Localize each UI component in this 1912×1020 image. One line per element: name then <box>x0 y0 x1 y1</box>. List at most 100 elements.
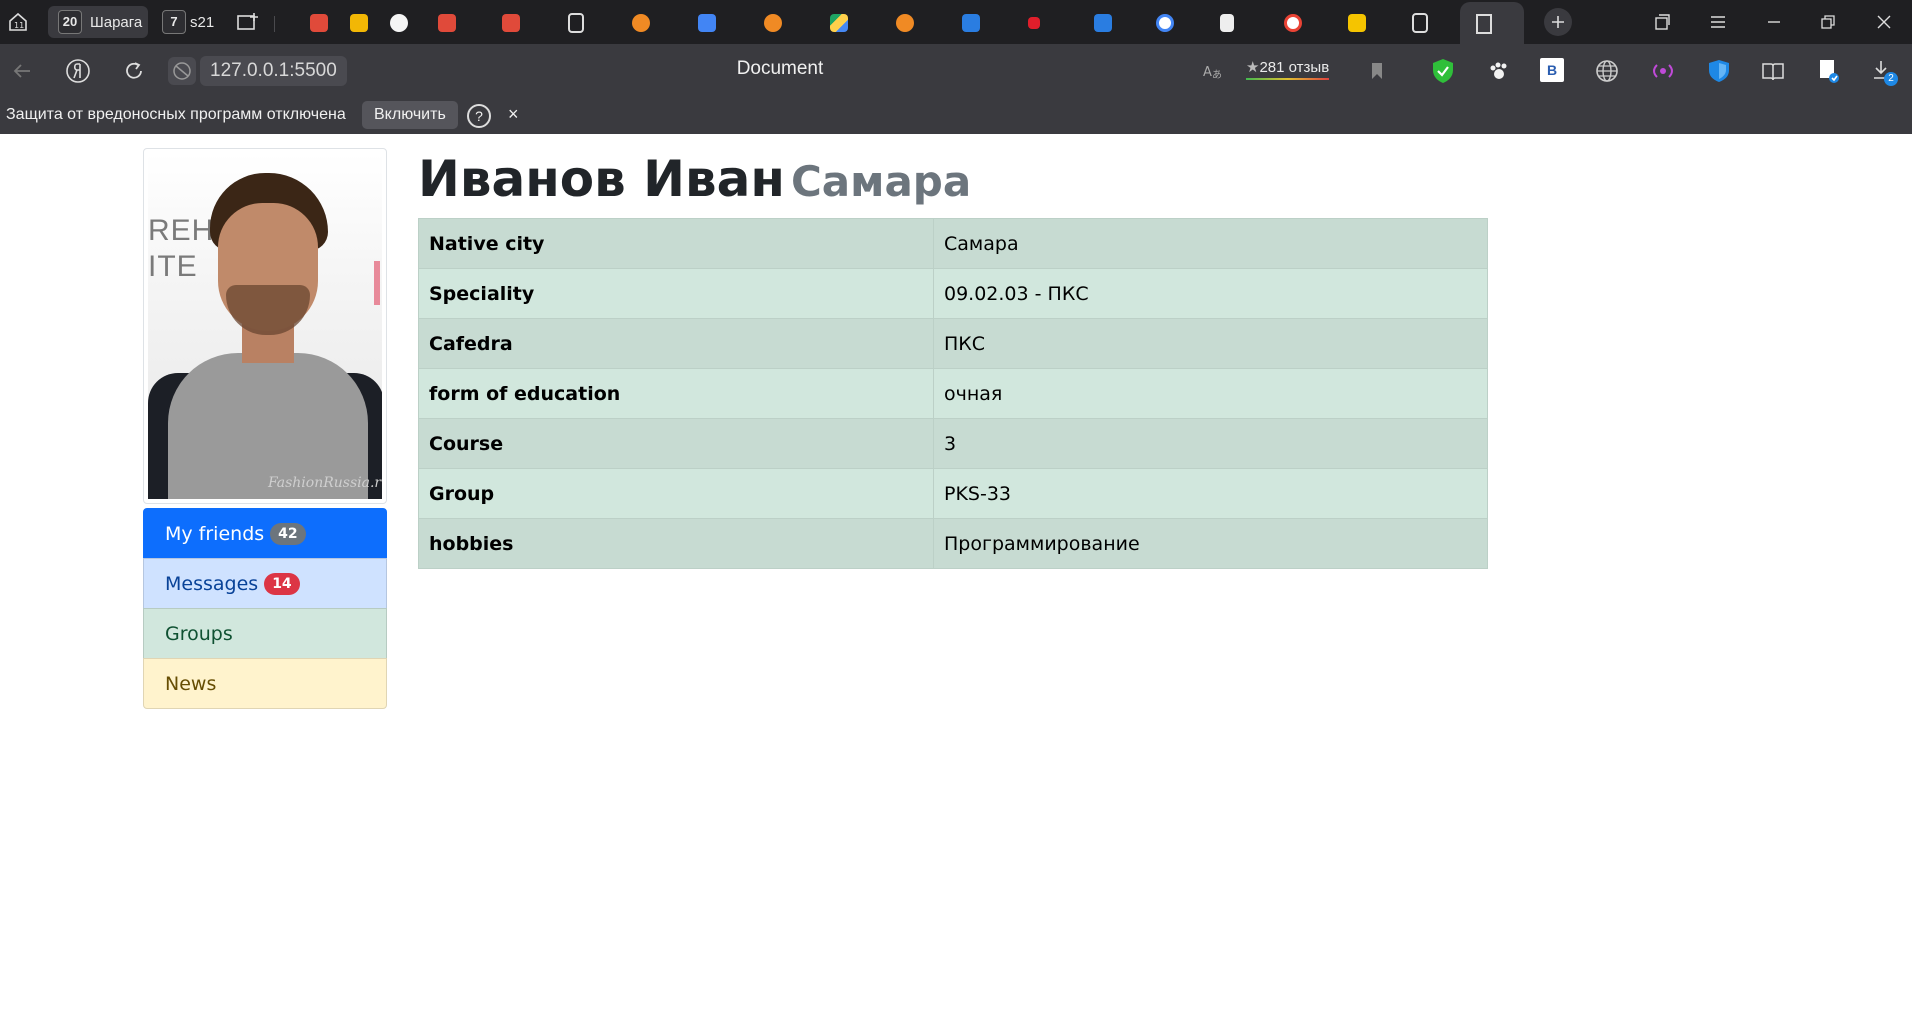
protect-shield-icon[interactable] <box>1430 58 1456 84</box>
tab-mail[interactable] <box>954 10 1016 36</box>
profile-heading: Иванов Иван Самара <box>418 150 971 208</box>
table-key: Speciality <box>418 268 934 319</box>
tab-group-count: 7 <box>162 10 186 34</box>
collections-icon[interactable] <box>1648 8 1676 36</box>
images-icon <box>1348 14 1366 32</box>
tab-document-3[interactable] <box>1404 10 1466 36</box>
menu-item-friends[interactable]: My friends 42 <box>143 508 387 559</box>
table-value: PKS-33 <box>933 468 1488 519</box>
tab-group-label: Шарага <box>90 13 143 31</box>
cloud-icon <box>896 14 914 32</box>
menu-item-messages[interactable]: Messages 14 <box>143 558 387 609</box>
reviews-link[interactable]: ★281 отзыв <box>1246 58 1330 80</box>
tab-images[interactable] <box>1340 10 1402 36</box>
globe-icon[interactable] <box>1594 58 1620 84</box>
tab-group-count: 20 <box>58 10 82 34</box>
chat-icon <box>1094 14 1112 32</box>
translate-page-icon[interactable]: Aあ <box>1200 58 1226 84</box>
tab-group-label: s21 <box>190 13 215 31</box>
profile-city-subtitle: Самара <box>790 157 972 206</box>
document-icon <box>1476 14 1492 34</box>
enable-protection-button[interactable]: Включить <box>362 101 458 129</box>
profile-photo-card: REH ITE FashionRussia.ru <box>143 148 387 504</box>
red-square-icon <box>1028 17 1040 29</box>
close-window-icon[interactable] <box>1870 8 1898 36</box>
tab-document[interactable] <box>560 10 622 36</box>
bookmark-icon[interactable] <box>1364 58 1390 84</box>
svg-text:あ: あ <box>1212 69 1222 81</box>
table-key: Course <box>418 418 934 469</box>
tab-drive[interactable] <box>822 10 884 36</box>
tab-cloud-3[interactable] <box>888 10 950 36</box>
profile-photo: REH ITE FashionRussia.ru <box>148 153 382 499</box>
translate-icon <box>502 14 520 32</box>
tab-chat[interactable] <box>1086 10 1148 36</box>
mail-icon <box>962 14 980 32</box>
table-value: 3 <box>933 418 1488 469</box>
google-icon <box>1156 14 1174 32</box>
tab-google-2[interactable] <box>1276 10 1338 36</box>
minimize-icon[interactable] <box>1760 8 1788 36</box>
tabs-home-icon[interactable]: 11 <box>4 8 32 36</box>
reader-extension-icon[interactable] <box>1760 58 1786 84</box>
document-icon <box>1220 14 1234 32</box>
menu-item-groups[interactable]: Groups <box>143 608 387 659</box>
cloud-icon <box>764 14 782 32</box>
shield-extension-icon[interactable] <box>1706 58 1732 84</box>
cloud-icon <box>632 14 650 32</box>
b-extension-icon[interactable]: B <box>1540 58 1564 82</box>
new-tab-icon[interactable] <box>1544 8 1572 36</box>
infobar-message: Защита от вредоносных программ отключена <box>6 106 346 123</box>
reviews-count: 281 отзыв <box>1259 59 1330 76</box>
help-icon[interactable]: ? <box>467 104 491 128</box>
table-key: hobbies <box>418 518 934 569</box>
table-row: Speciality 09.02.03 - ПКС <box>418 268 1488 319</box>
tab-active-document[interactable] <box>1460 2 1524 44</box>
google-docs-icon <box>698 14 716 32</box>
document-check-icon[interactable] <box>1816 58 1842 84</box>
tab-docs[interactable] <box>690 10 752 36</box>
github-icon <box>390 14 408 32</box>
profile-menu: My friends 42 Messages 14 Groups News <box>143 508 387 709</box>
svg-text:A: A <box>1203 65 1212 80</box>
tab-document-2[interactable] <box>1212 10 1274 36</box>
menu-item-label: Groups <box>165 622 233 645</box>
svg-text:11: 11 <box>14 21 24 30</box>
menu-icon[interactable] <box>1704 8 1732 36</box>
profile-name: Иванов Иван <box>418 150 785 208</box>
tab-group-s21[interactable]: 7 s21 <box>160 6 230 38</box>
table-value: Самара <box>933 218 1488 269</box>
tab-cloud[interactable] <box>624 10 686 36</box>
menu-item-label: My friends <box>165 522 265 545</box>
table-row: Cafedra ПКС <box>418 318 1488 369</box>
downloads-badge: 2 <box>1884 72 1898 86</box>
photo-watermark: FashionRussia.ru <box>268 475 382 491</box>
notes-icon <box>350 14 368 32</box>
tab-group-sharaga[interactable]: 20 Шарага <box>48 6 148 38</box>
google-drive-icon <box>830 14 848 32</box>
downloads-icon[interactable]: 2 <box>1870 58 1898 86</box>
close-infobar-icon[interactable]: × <box>508 104 519 125</box>
tab-google[interactable] <box>1148 10 1210 36</box>
table-row: Native city Самара <box>418 218 1488 269</box>
table-value: ПКС <box>933 318 1488 369</box>
menu-item-label: News <box>165 672 217 695</box>
table-row: form of education очная <box>418 368 1488 419</box>
friends-count-badge: 42 <box>270 522 306 545</box>
document-icon <box>568 13 584 33</box>
table-key: Native city <box>418 218 934 269</box>
restore-icon[interactable] <box>1814 8 1842 36</box>
tab-red[interactable] <box>1020 10 1082 36</box>
new-tab-group-icon[interactable] <box>234 8 262 36</box>
tab-translate-2[interactable] <box>430 10 492 36</box>
radio-extension-icon[interactable] <box>1650 58 1676 84</box>
tab-translate-3[interactable] <box>494 10 556 36</box>
photo-beard <box>226 285 310 335</box>
browser-toolbar: 127.0.0.1:5500 Document Aあ ★281 отзыв B … <box>0 44 1912 122</box>
menu-item-news[interactable]: News <box>143 658 387 709</box>
tab-cloud-2[interactable] <box>756 10 818 36</box>
paw-extension-icon[interactable] <box>1486 58 1512 84</box>
security-infobar: Защита от вредоносных программ отключена… <box>0 98 1912 134</box>
table-row: hobbies Программирование <box>418 518 1488 569</box>
table-value: Программирование <box>933 518 1488 569</box>
